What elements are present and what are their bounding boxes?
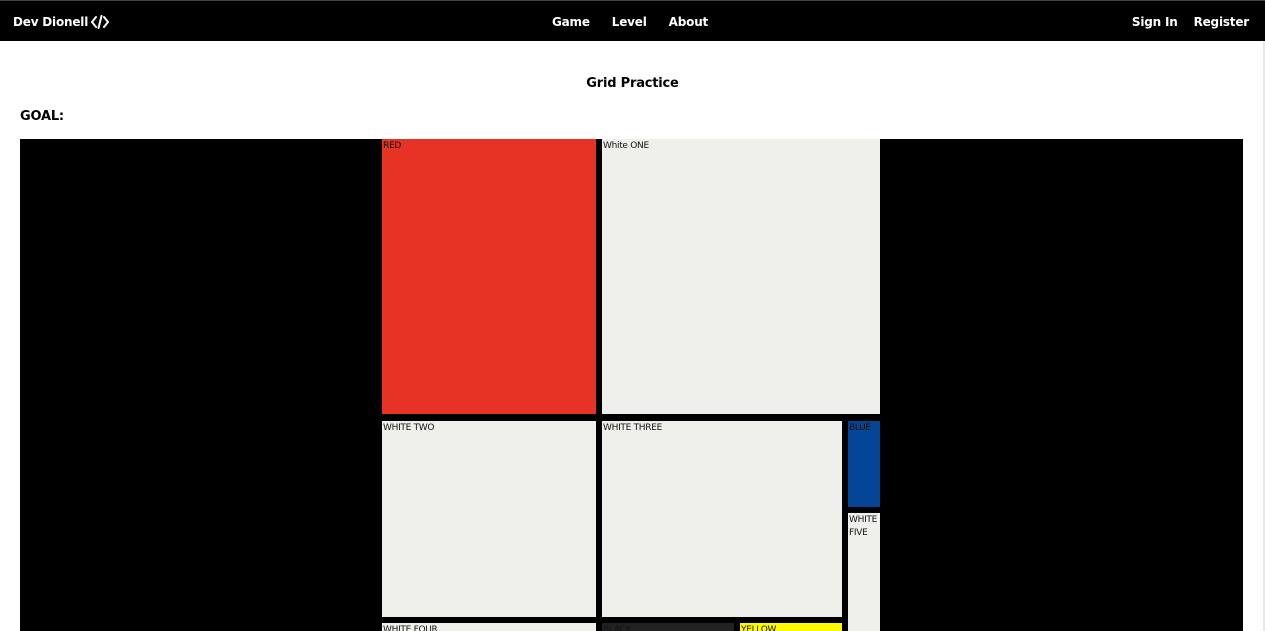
auth-nav: Sign In Register bbox=[1132, 14, 1249, 30]
goal-label: GOAL: bbox=[20, 109, 64, 124]
main-nav: Game Level About bbox=[552, 14, 708, 30]
grid-cell-red: RED bbox=[382, 139, 596, 414]
page-title: Grid Practice bbox=[586, 76, 679, 91]
brand-logo[interactable]: Dev Dionell bbox=[13, 14, 110, 30]
nav-link-about[interactable]: About bbox=[669, 14, 709, 30]
nav-link-level[interactable]: Level bbox=[612, 14, 647, 30]
grid-cell-white-four: WHITE FOUR bbox=[382, 623, 596, 631]
grid-cell-yellow: YELLOW bbox=[740, 623, 842, 631]
sign-in-link[interactable]: Sign In bbox=[1132, 14, 1178, 30]
grid-cell-white-three: WHITE THREE bbox=[602, 421, 842, 617]
brand-name: Dev Dionell bbox=[13, 15, 89, 29]
nav-link-game[interactable]: Game bbox=[552, 14, 590, 30]
grid-cell-white-one: White ONE bbox=[602, 139, 880, 414]
grid-cell-blue: BLUE bbox=[848, 421, 880, 507]
navbar: Dev Dionell Game Level About Sign In Reg… bbox=[0, 0, 1265, 41]
grid-cell-white-two: WHITE TWO bbox=[382, 421, 596, 617]
code-icon bbox=[91, 15, 110, 29]
grid-cell-black: BLACK bbox=[602, 623, 734, 631]
grid-cell-white-five: WHITE FIVE bbox=[848, 513, 880, 631]
register-link[interactable]: Register bbox=[1194, 14, 1250, 30]
goal-grid: RED White ONE WHITE TWO WHITE THREE BLUE… bbox=[20, 139, 1243, 631]
